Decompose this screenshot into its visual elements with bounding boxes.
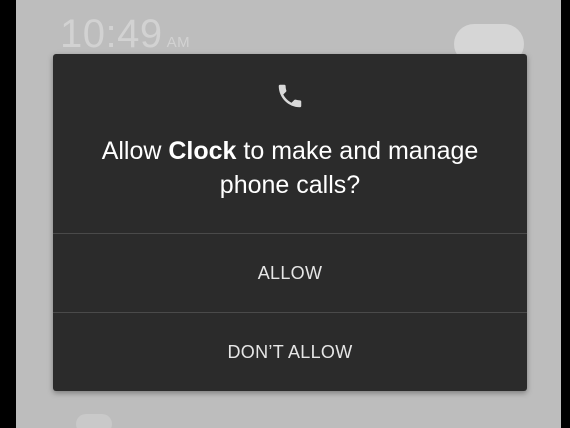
message-suffix: to make and manage phone calls? — [219, 137, 479, 199]
clock-ampm-text: AM — [166, 34, 191, 51]
permission-message: Allow Clock to make and manage phone cal… — [73, 134, 507, 202]
message-prefix: Allow — [101, 137, 169, 165]
app-name: Clock — [168, 137, 237, 165]
permission-dialog: Allow Clock to make and manage phone cal… — [53, 54, 527, 391]
phone-icon — [275, 81, 305, 111]
background-element — [76, 414, 112, 428]
clock-time-text: 10:49 — [60, 12, 163, 56]
deny-button[interactable]: DON’T ALLOW — [53, 313, 527, 391]
allow-button[interactable]: ALLOW — [53, 234, 527, 312]
screen: 10:49 AM Allow Clock to make and manage p… — [16, 0, 561, 428]
